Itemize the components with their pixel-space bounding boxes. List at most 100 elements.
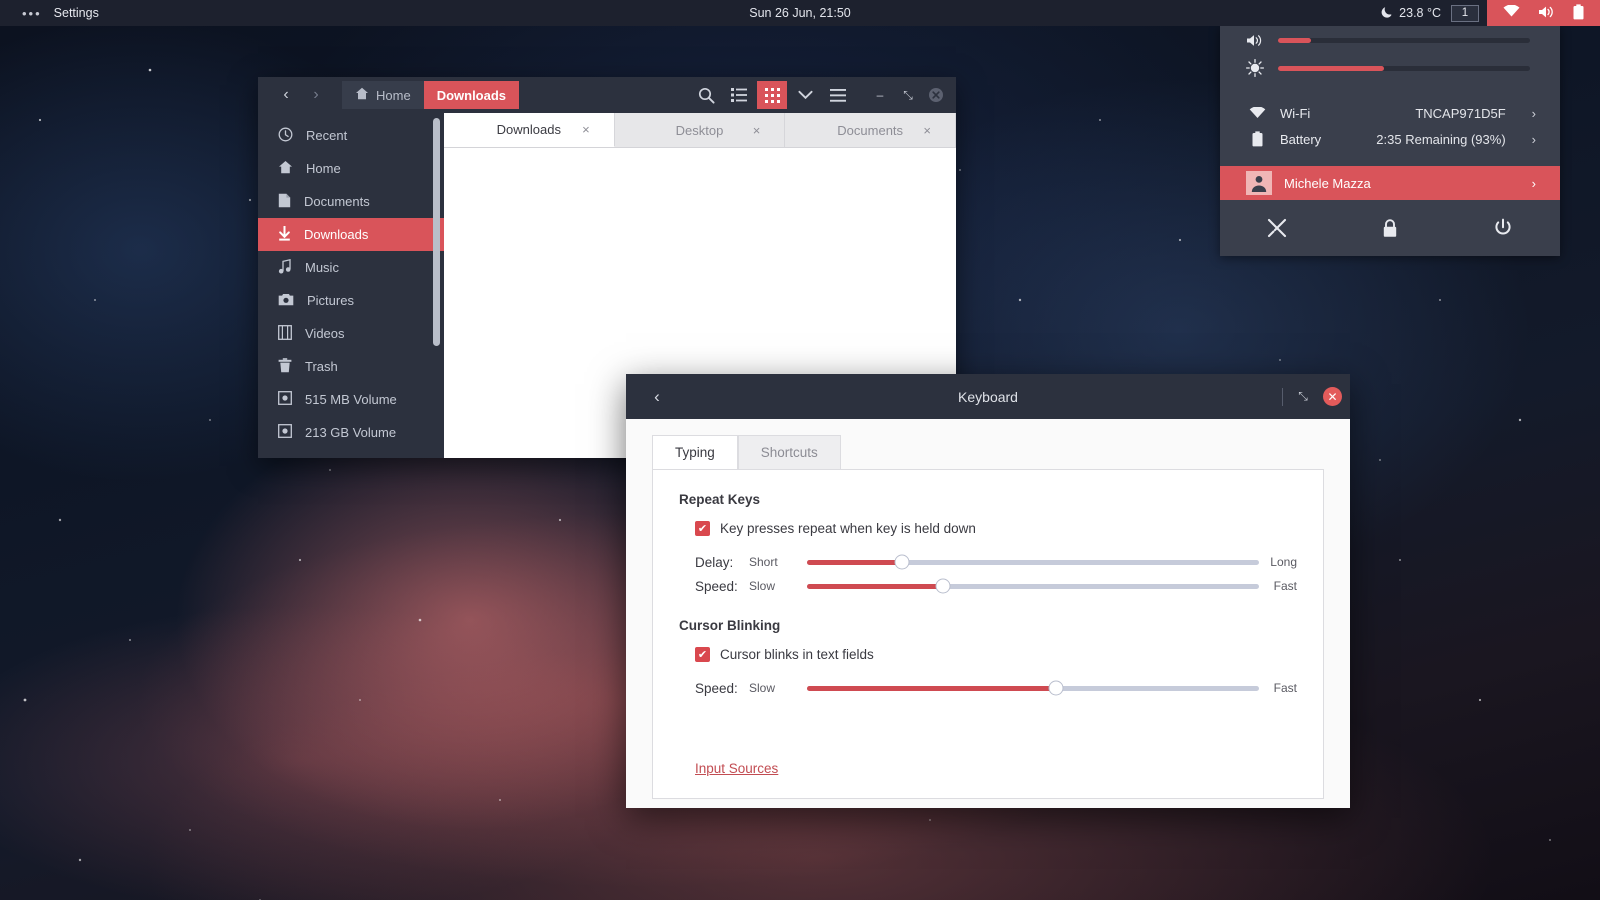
film-icon (278, 324, 292, 343)
power-icon[interactable] (1447, 218, 1560, 238)
temperature-indicator[interactable]: 23.8 °C (1380, 5, 1451, 22)
tab-label: Downloads (496, 122, 561, 137)
breadcrumb-item-home[interactable]: Home (342, 81, 424, 109)
repeat-keys-checkbox-row[interactable]: ✔ Key presses repeat when key is held do… (695, 521, 1297, 536)
grid-view-icon[interactable] (757, 81, 787, 109)
delay-max-label: Long (1270, 555, 1297, 569)
sidebar-item-recent[interactable]: Recent (258, 119, 444, 152)
volume-icon[interactable] (1538, 5, 1555, 22)
tab-close-icon[interactable]: × (582, 122, 590, 137)
brightness-slider-row[interactable] (1220, 54, 1560, 82)
panel-app-title[interactable]: Settings (54, 6, 99, 20)
sidebar-item-volume-213gb[interactable]: 213 GB Volume (258, 416, 444, 449)
sidebar-item-pictures[interactable]: Pictures (258, 284, 444, 317)
battery-icon[interactable] (1573, 3, 1584, 23)
tab-desktop[interactable]: Desktop × (615, 113, 786, 147)
wifi-label: Wi-Fi (1280, 105, 1311, 121)
volume-slider-row[interactable] (1220, 26, 1560, 54)
tools-icon[interactable] (1220, 217, 1333, 239)
repeat-keys-checkbox[interactable]: ✔ (695, 521, 710, 536)
breadcrumb-label: Home (376, 87, 411, 103)
back-button[interactable]: ‹ (272, 82, 300, 108)
wifi-value: TNCAP971D5F (1415, 105, 1506, 121)
clock-icon (278, 127, 293, 145)
sysmenu-row-battery[interactable]: Battery 2:35 Remaining (93%) › (1220, 126, 1560, 152)
system-tray[interactable] (1487, 0, 1600, 26)
sidebar-item-documents[interactable]: Documents (258, 185, 444, 218)
input-sources-link[interactable]: Input Sources (695, 761, 778, 776)
repeat-speed-slider[interactable] (807, 578, 1259, 594)
music-note-icon (278, 258, 292, 277)
drive-icon (278, 391, 292, 408)
close-button[interactable]: ✕ (1323, 387, 1342, 406)
typing-panel: Repeat Keys ✔ Key presses repeat when ke… (652, 469, 1324, 799)
minimize-button[interactable]: – (868, 83, 892, 107)
user-name: Michele Mazza (1284, 175, 1371, 191)
sidebar-item-videos[interactable]: Videos (258, 317, 444, 350)
sidebar-item-home[interactable]: Home (258, 152, 444, 185)
close-button[interactable] (924, 83, 948, 107)
sidebar-item-trash[interactable]: Trash (258, 350, 444, 383)
delay-min-label: Short (749, 555, 778, 569)
wifi-icon (1246, 107, 1268, 119)
panel-right-group: 23.8 °C 1 (1380, 0, 1600, 26)
top-panel: ••• Settings Sun 26 Jun, 21:50 23.8 °C 1 (0, 0, 1600, 26)
search-icon[interactable] (691, 81, 721, 109)
sysmenu-user-row[interactable]: Michele Mazza › (1220, 166, 1560, 200)
window-controls: – ⤡ (868, 83, 948, 107)
battery-label: Battery (1280, 131, 1322, 147)
tab-shortcuts[interactable]: Shortcuts (737, 435, 841, 469)
cursor-blink-checkbox-row[interactable]: ✔ Cursor blinks in text fields (695, 647, 1297, 662)
delay-slider[interactable] (807, 554, 1259, 570)
cursor-speed-slider-row: Speed: Slow Fast (695, 676, 1297, 700)
chevron-right-icon[interactable]: › (1532, 132, 1536, 147)
sysmenu-row-wifi[interactable]: Wi-Fi TNCAP971D5F › (1220, 100, 1560, 126)
page-title: Keyboard (958, 388, 1018, 405)
tab-close-icon[interactable]: × (923, 123, 931, 138)
cursor-speed-slider[interactable] (807, 680, 1259, 696)
sidebar-scrollbar[interactable] (433, 118, 440, 346)
back-button[interactable]: ‹ (644, 384, 670, 410)
tab-documents[interactable]: Documents × (785, 113, 957, 147)
sidebar-item-downloads[interactable]: Downloads (258, 218, 444, 251)
download-icon (278, 224, 291, 244)
sidebar-item-label: Pictures (307, 293, 354, 308)
maximize-button[interactable]: ⤡ (1293, 389, 1313, 404)
list-view-icon[interactable] (724, 81, 754, 109)
document-icon (278, 193, 291, 211)
lock-icon[interactable] (1333, 218, 1446, 238)
panel-clock[interactable]: Sun 26 Jun, 21:50 (0, 6, 1600, 20)
home-icon (278, 160, 293, 177)
chevron-right-icon[interactable]: › (1532, 176, 1536, 191)
volume-slider[interactable] (1278, 37, 1530, 43)
delay-label: Delay: (695, 554, 734, 570)
panel-menu-button[interactable]: ••• (0, 6, 54, 21)
tab-downloads[interactable]: Downloads × (444, 113, 615, 147)
cursor-speed-label: Speed: (695, 680, 738, 696)
repeat-speed-max-label: Fast (1273, 579, 1297, 593)
cursor-blink-checkbox[interactable]: ✔ (695, 647, 710, 662)
cursor-speed-max-label: Fast (1273, 681, 1297, 695)
forward-button[interactable]: › (302, 82, 330, 108)
file-manager-sidebar: Recent Home Documents Downloads Music Pi… (258, 113, 444, 458)
sidebar-item-volume-515mb[interactable]: 515 MB Volume (258, 383, 444, 416)
workspace-indicator[interactable]: 1 (1451, 4, 1479, 22)
sidebar-item-music[interactable]: Music (258, 251, 444, 284)
sidebar-item-label: 515 MB Volume (305, 392, 397, 407)
repeat-speed-min-label: Slow (749, 579, 776, 593)
keyboard-settings-window: ‹ Keyboard ⤡ ✕ Typing Shortcuts Repeat K… (626, 374, 1350, 808)
keyboard-tabs: Typing Shortcuts (626, 419, 1350, 469)
breadcrumb-item-downloads[interactable]: Downloads (423, 81, 520, 109)
repeat-speed-slider-row: Speed: Slow Fast (695, 574, 1297, 598)
hamburger-icon[interactable] (823, 81, 853, 109)
tab-close-icon[interactable]: × (753, 123, 761, 138)
chevron-right-icon[interactable]: › (1532, 106, 1536, 121)
file-manager-header: ‹ › Home Downloads – ⤡ (258, 77, 956, 113)
delay-slider-row: Delay: Short Long (695, 550, 1297, 574)
tab-typing[interactable]: Typing (652, 435, 738, 469)
wifi-icon[interactable] (1503, 4, 1520, 21)
maximize-button[interactable]: ⤡ (896, 83, 920, 107)
brightness-slider[interactable] (1278, 65, 1530, 71)
cursor-blink-checkbox-label: Cursor blinks in text fields (720, 647, 874, 662)
chevron-down-icon[interactable] (790, 81, 820, 109)
